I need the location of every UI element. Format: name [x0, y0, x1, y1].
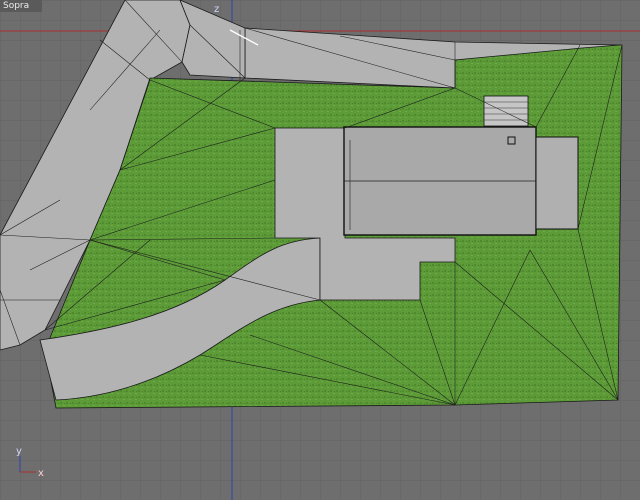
scene-canvas[interactable]: y x z	[0, 0, 640, 500]
house-roof	[343, 126, 579, 236]
gizmo-label-y: y	[16, 446, 22, 457]
viewport-top-view[interactable]: y x z Sopra	[0, 0, 640, 500]
view-name-label[interactable]: Sopra	[0, 0, 42, 12]
axis-label-z: z	[214, 4, 219, 15]
stairs	[483, 95, 529, 127]
gizmo-label-x: x	[38, 468, 44, 479]
